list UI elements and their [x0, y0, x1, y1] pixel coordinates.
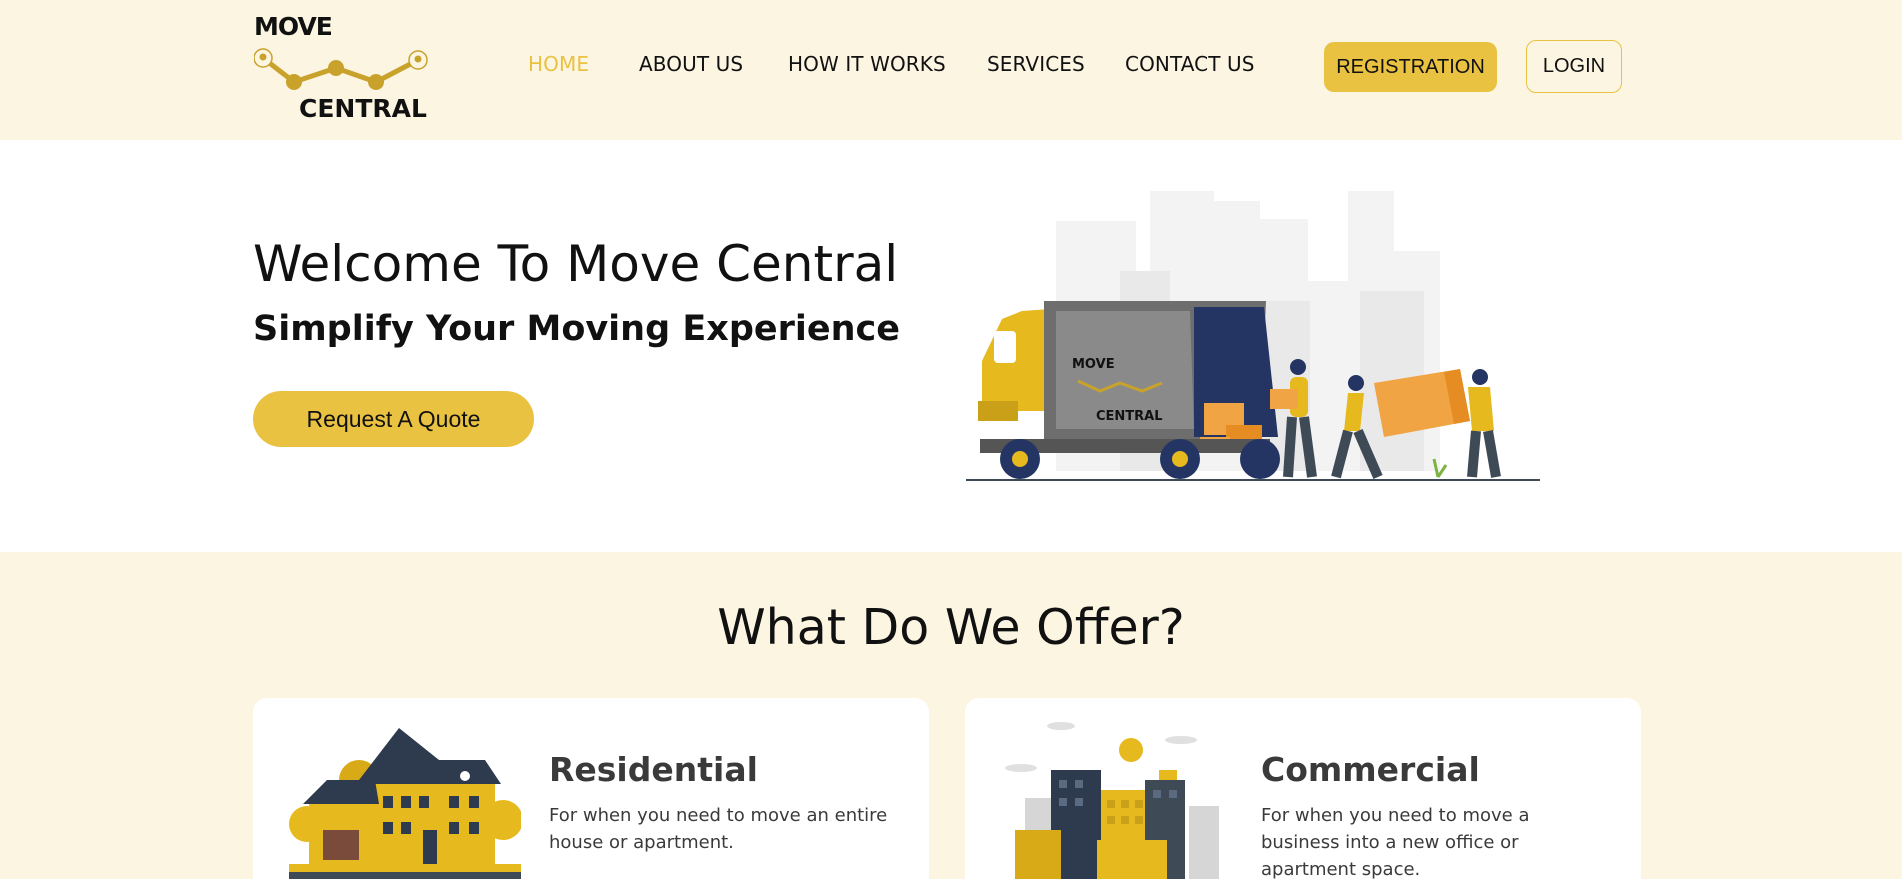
nav-contact-link[interactable]: CONTACT US — [1125, 52, 1255, 76]
logo-text-top: MOVE — [254, 12, 333, 41]
logo-text-bottom: CENTRAL — [299, 94, 427, 123]
login-button[interactable]: LOGIN — [1526, 40, 1622, 93]
commercial-card-title: Commercial — [1261, 750, 1480, 789]
commercial-card-description: For when you need to move a business int… — [1261, 805, 1530, 879]
residential-card-description: For when you need to move an entire hous… — [549, 805, 888, 853]
nav-how-it-works-link[interactable]: HOW IT WORKS — [788, 52, 946, 76]
site-header: MOVE CENTRAL HOME ABOUT US HOW IT WORKS … — [0, 0, 1902, 140]
moving-truck-illustration: MOVE CENTRAL — [966, 191, 1540, 481]
hero-title: Welcome To Move Central — [253, 235, 899, 293]
house-illustration-icon — [289, 728, 521, 879]
hero-subtitle: Simplify Your Moving Experience — [253, 309, 901, 349]
offer-section: What Do We Offer? Residential For when y… — [0, 552, 1902, 879]
nav-about-link[interactable]: ABOUT US — [639, 52, 743, 76]
service-card-residential[interactable]: Residential For when you need to move an… — [253, 698, 929, 879]
offer-section-title: What Do We Offer? — [717, 599, 1185, 656]
truck-logo-bottom: CENTRAL — [1096, 409, 1163, 424]
request-quote-button[interactable]: Request A Quote — [253, 391, 534, 447]
truck-logo-top: MOVE — [1072, 357, 1115, 372]
residential-card-title: Residential — [549, 750, 758, 789]
nav-services-link[interactable]: SERVICES — [987, 52, 1085, 76]
city-buildings-illustration-icon — [1005, 722, 1219, 879]
service-card-commercial[interactable]: Commercial For when you need to move a b… — [965, 698, 1641, 879]
nav-home-link[interactable]: HOME — [528, 52, 589, 76]
hero-section: Welcome To Move Central Simplify Your Mo… — [0, 155, 1902, 552]
registration-button[interactable]: REGISTRATION — [1324, 42, 1497, 92]
